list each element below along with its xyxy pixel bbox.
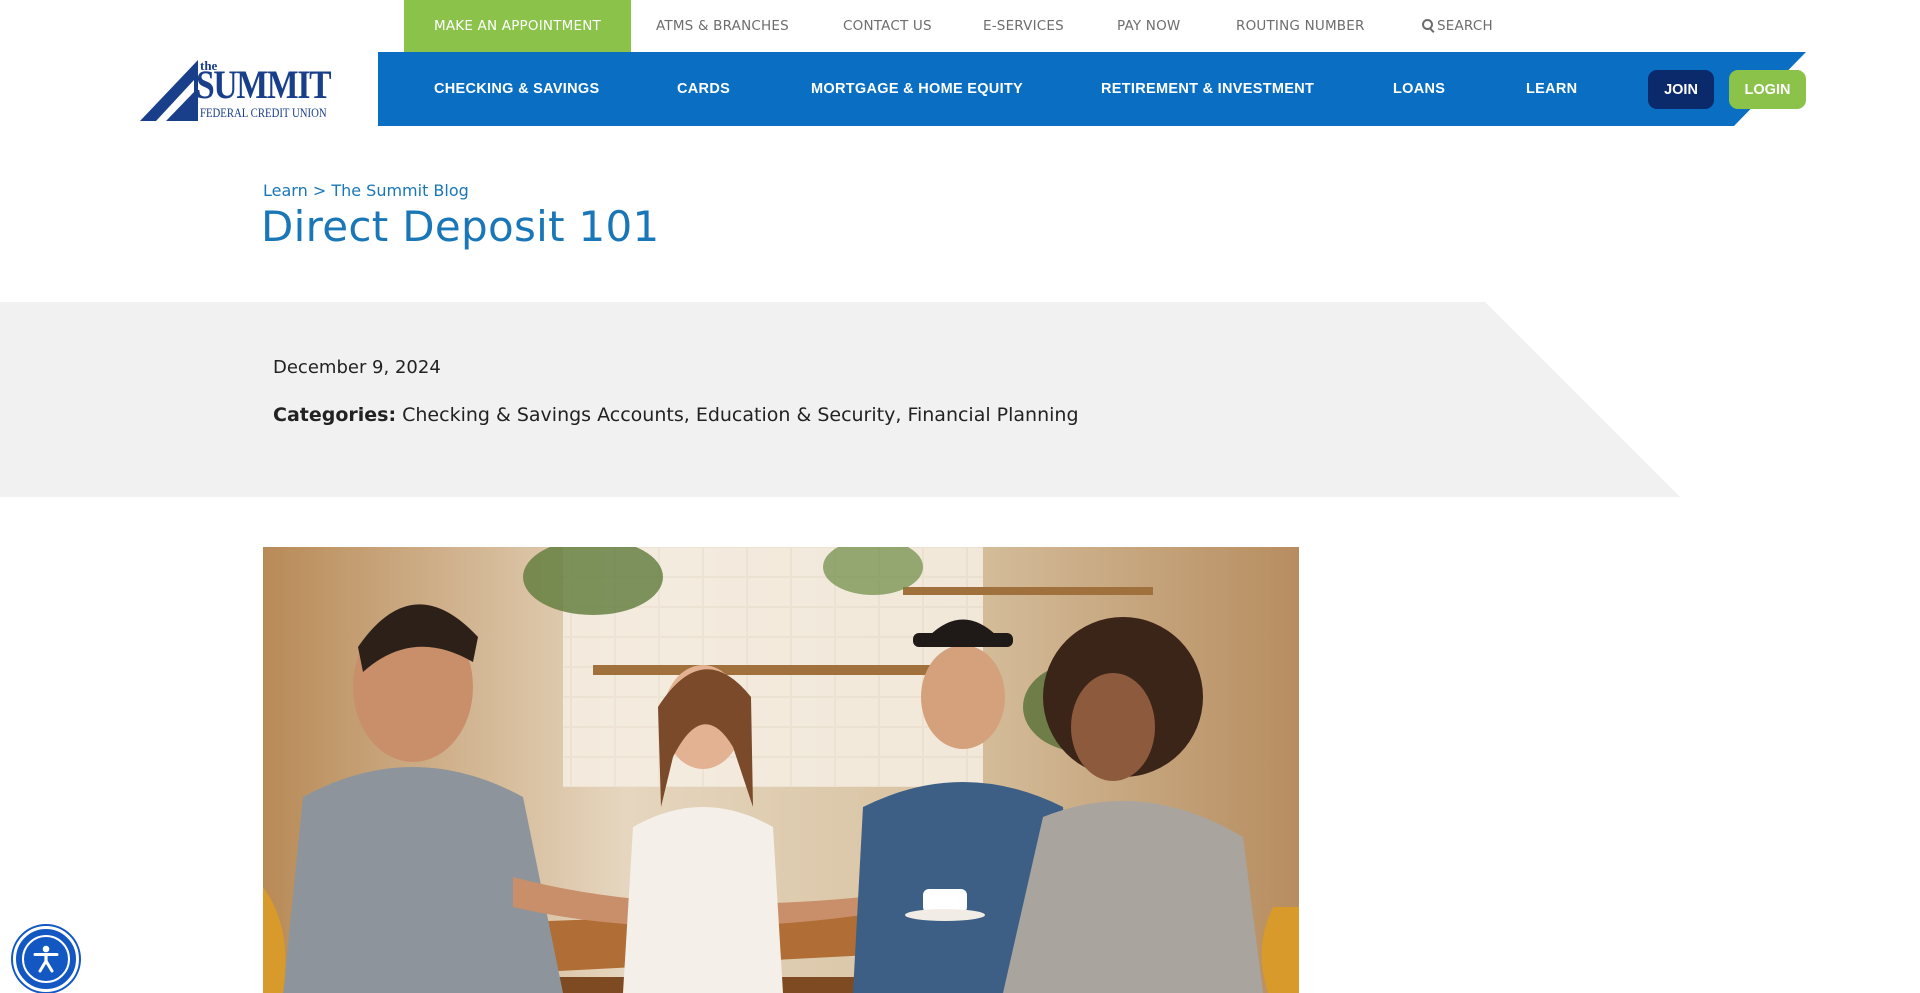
utility-nav: MAKE AN APPOINTMENT ATMS & BRANCHES CONT… [0,0,1920,52]
contact-us-link[interactable]: CONTACT US [843,0,932,52]
accessibility-button[interactable] [13,926,79,992]
logo-wordmark: SUMMIT [196,62,332,107]
hero-photo-friends-at-cafe [263,547,1299,993]
make-appointment-link[interactable]: MAKE AN APPOINTMENT [404,0,631,52]
nav-mortgage-home-equity[interactable]: MORTGAGE & HOME EQUITY [811,52,1023,126]
category-link[interactable]: Education & Security [696,404,896,426]
nav-retirement-investment[interactable]: RETIREMENT & INVESTMENT [1101,52,1314,126]
breadcrumb-separator: > [312,181,327,200]
post-date: December 9, 2024 [273,357,441,378]
post-categories: Categories: Checking & Savings Accounts,… [273,404,1079,426]
nav-checking-savings[interactable]: CHECKING & SAVINGS [434,52,599,126]
join-button[interactable]: JOIN [1648,70,1714,109]
search-link[interactable]: SEARCH [1422,0,1493,52]
category-link[interactable]: Checking & Savings Accounts [402,404,684,426]
breadcrumb-learn-link[interactable]: Learn [263,181,308,200]
logo-subtitle: FEDERAL CREDIT UNION [200,106,327,120]
breadcrumb: Learn > The Summit Blog [263,181,469,200]
accessibility-icon [33,945,59,973]
page-title: Direct Deposit 101 [261,202,660,251]
hero-photo-illustration [263,547,1299,993]
nav-cards[interactable]: CARDS [677,52,730,126]
atms-branches-link[interactable]: ATMS & BRANCHES [656,0,789,52]
e-services-link[interactable]: E-SERVICES [983,0,1064,52]
main-nav: CHECKING & SAVINGS CARDS MORTGAGE & HOME… [378,52,1806,126]
routing-number-link[interactable]: ROUTING NUMBER [1236,0,1365,52]
meta-band-background [0,302,1680,497]
nav-learn[interactable]: LEARN [1526,52,1577,126]
breadcrumb-blog-link[interactable]: The Summit Blog [331,181,468,200]
search-icon [1422,19,1436,33]
pay-now-link[interactable]: PAY NOW [1117,0,1180,52]
nav-loans[interactable]: LOANS [1393,52,1445,126]
search-label: SEARCH [1437,18,1493,34]
login-button[interactable]: LOGIN [1729,70,1806,109]
category-link[interactable]: Financial Planning [907,404,1078,426]
summit-fcu-logo[interactable]: the SUMMIT FEDERAL CREDIT UNION [140,58,350,124]
categories-label: Categories: [273,404,397,426]
